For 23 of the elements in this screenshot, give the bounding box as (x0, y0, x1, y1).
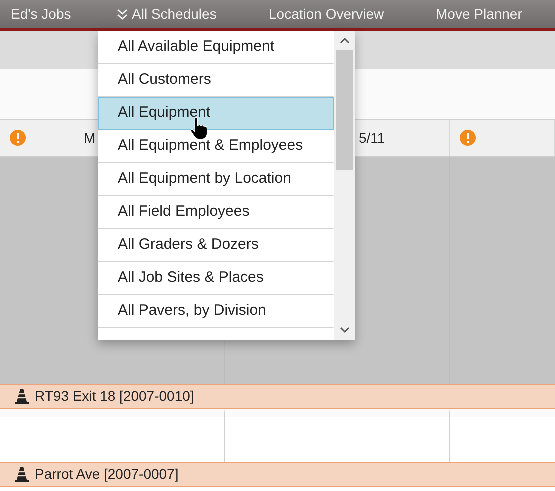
traffic-cone-icon (15, 389, 29, 404)
menu-item[interactable]: All Customers (98, 64, 334, 97)
nav-link[interactable]: Location Overview (269, 4, 436, 24)
menu-item[interactable]: All Job Sites & Places (98, 262, 334, 295)
day-label: M (84, 128, 96, 148)
menu-item[interactable]: All Equipment & Employees (98, 130, 334, 163)
job-group-row[interactable]: RT93 Exit 18 [2007-0010] (0, 384, 555, 409)
menu-item[interactable]: All Equipment (98, 97, 334, 130)
menu-item[interactable]: All Available Equipment (98, 31, 334, 64)
traffic-cone-icon (15, 467, 29, 482)
scroll-down-icon[interactable] (340, 327, 350, 334)
day-label: 5/11 (359, 128, 386, 148)
nav-link[interactable]: Move Planner (436, 4, 555, 24)
scrollbar[interactable] (334, 31, 355, 340)
scrollbar-thumb[interactable] (336, 50, 353, 170)
nav-link[interactable]: Ed's Jobs (0, 4, 117, 24)
menu-item[interactable]: All Graders & Dozers (98, 229, 334, 262)
menu-item[interactable]: All Field Employees (98, 196, 334, 229)
job-group-row[interactable]: Parrot Ave [2007-0007] (0, 462, 555, 487)
menu-item[interactable]: All Equipment by Location (98, 163, 334, 196)
menu-item[interactable]: All Pavers, by Division (98, 295, 334, 328)
scroll-up-icon[interactable] (340, 37, 350, 44)
nav-link[interactable]: All Schedules (117, 4, 269, 24)
